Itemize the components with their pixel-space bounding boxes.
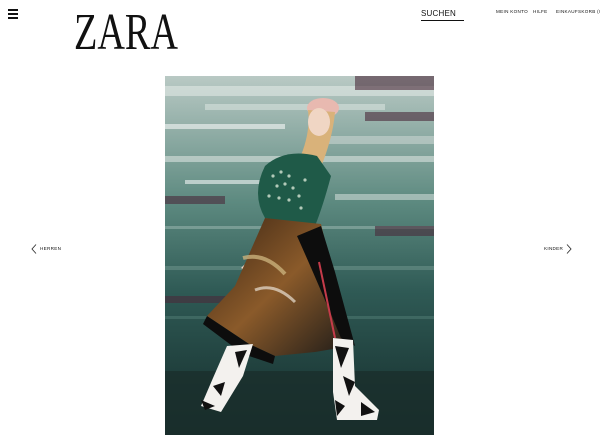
carousel-next-label: KINDER (544, 246, 564, 251)
carousel-prev-label: HERREN (40, 246, 62, 251)
search-field[interactable]: SUCHEN (421, 9, 464, 21)
hamburger-menu-icon[interactable] (8, 9, 18, 19)
hero-image[interactable] (165, 76, 434, 435)
my-account-link[interactable]: MEIN KONTO (496, 9, 528, 15)
brand-wordmark: ZARA (74, 5, 178, 51)
zara-logo[interactable]: ZARA (74, 4, 178, 61)
shopping-cart-link[interactable]: EINKAUFSKORB (0) (556, 9, 600, 15)
carousel-prev-link[interactable]: HERREN (31, 244, 61, 254)
carousel-next-link[interactable]: KINDER (544, 244, 572, 254)
chevron-right-icon (566, 244, 572, 254)
search-label: SUCHEN (421, 9, 456, 18)
help-link[interactable]: HILFE (533, 9, 548, 15)
chevron-left-icon (31, 244, 37, 254)
